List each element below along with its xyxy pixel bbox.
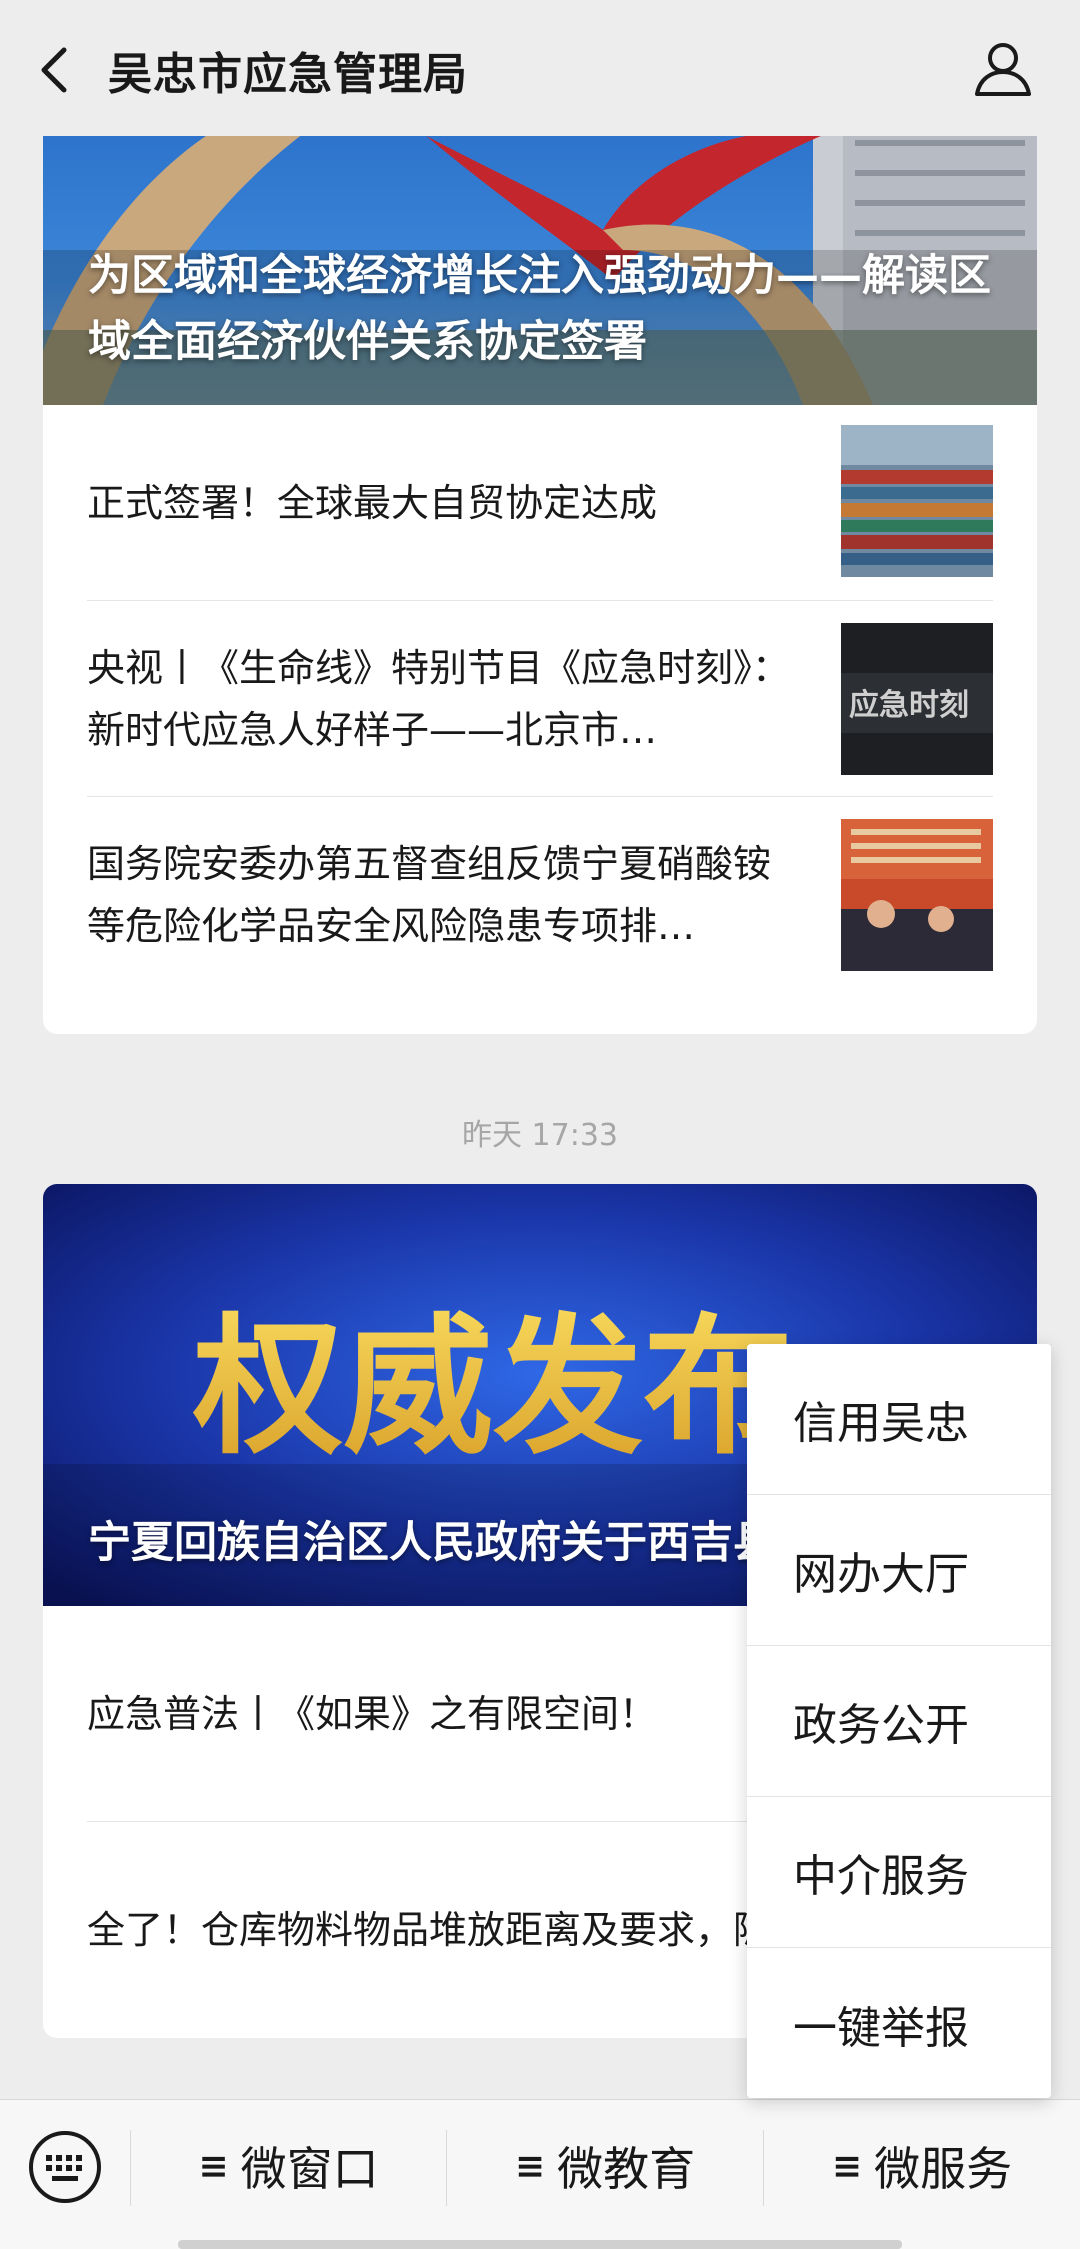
menu-lines-icon: ≡ xyxy=(198,2145,229,2187)
official-account-message-page: 为区域和全球经济增长注入强劲动力——解读区域全面经济伙伴关系协定签署 正式签署！… xyxy=(0,0,1080,2249)
submenu-item-intermediary-services[interactable]: 中介服务 xyxy=(747,1797,1051,1948)
article-title: 正式签署！全球最大自贸协定达成 xyxy=(87,480,658,525)
cover-article-1[interactable]: 为区域和全球经济增长注入强劲动力——解读区域全面经济伙伴关系协定签署 xyxy=(43,100,1037,405)
top-navigation-bar: 吴忠市应急管理局 xyxy=(0,0,1080,136)
page-title: 吴忠市应急管理局 xyxy=(108,49,468,100)
article-thumbnail: 应急时刻 xyxy=(841,623,993,775)
submenu-popup: 信用吴忠 网办大厅 政务公开 中介服务 一键举报 xyxy=(747,1344,1051,2098)
account-menu-bar: ≡ 微窗口 ≡ 微教育 ≡ 微服务 xyxy=(0,2099,1080,2249)
submenu-item-online-service-hall[interactable]: 网办大厅 xyxy=(747,1495,1051,1646)
menu-button-label: 微教育 xyxy=(557,2142,696,2196)
menu-button-micro-window[interactable]: ≡ 微窗口 xyxy=(131,2100,446,2232)
banner-text: 权威发布 xyxy=(192,1301,793,1475)
user-icon xyxy=(975,43,1031,96)
menu-button-label: 微服务 xyxy=(874,2142,1013,2196)
menu-button-micro-service[interactable]: ≡ 微服务 xyxy=(764,2100,1080,2232)
back-button[interactable] xyxy=(34,40,90,100)
menu-lines-icon: ≡ xyxy=(831,2145,863,2187)
svg-text:应急时刻: 应急时刻 xyxy=(849,688,969,723)
menu-button-label: 微窗口 xyxy=(240,2142,379,2196)
keyboard-icon xyxy=(29,2131,101,2203)
home-indicator[interactable] xyxy=(178,2240,902,2249)
menu-lines-icon: ≡ xyxy=(514,2145,546,2187)
message-timestamp: 昨天 17:33 xyxy=(462,1118,618,1153)
cover-article-title: 为区域和全球经济增长注入强劲动力——解读区域全面经济伙伴关系协定签署 xyxy=(88,251,991,367)
list-item-article[interactable]: 央视丨《生命线》特别节目《应急时刻》：新时代应急人好样子——北京市… 应急时刻 xyxy=(87,601,993,797)
submenu-item-government-affairs[interactable]: 政务公开 xyxy=(747,1646,1051,1797)
menu-button-micro-education[interactable]: ≡ 微教育 xyxy=(447,2100,763,2232)
article-title: 央视丨《生命线》特别节目《应急时刻》：新时代应急人好样子——北京市… xyxy=(87,645,791,752)
chevron-left-icon xyxy=(41,47,67,93)
list-item-article[interactable]: 国务院安委办第五督查组反馈宁夏硝酸铵等危险化学品安全风险隐患专项排… xyxy=(87,797,993,993)
list-item-article[interactable]: 正式签署！全球最大自贸协定达成 xyxy=(87,405,993,601)
article-group-1: 为区域和全球经济增长注入强劲动力——解读区域全面经济伙伴关系协定签署 正式签署！… xyxy=(43,100,1037,1034)
article-title: 国务院安委办第五督查组反馈宁夏硝酸铵等危险化学品安全风险隐患专项排… xyxy=(87,842,772,948)
article-thumbnail xyxy=(841,425,993,577)
profile-button[interactable] xyxy=(972,38,1034,100)
article-thumbnail xyxy=(841,819,993,971)
keyboard-toggle-button[interactable] xyxy=(26,2128,104,2206)
submenu-item-credit-wuzhong[interactable]: 信用吴忠 xyxy=(747,1344,1051,1495)
submenu-item-one-click-report[interactable]: 一键举报 xyxy=(747,1948,1051,2099)
